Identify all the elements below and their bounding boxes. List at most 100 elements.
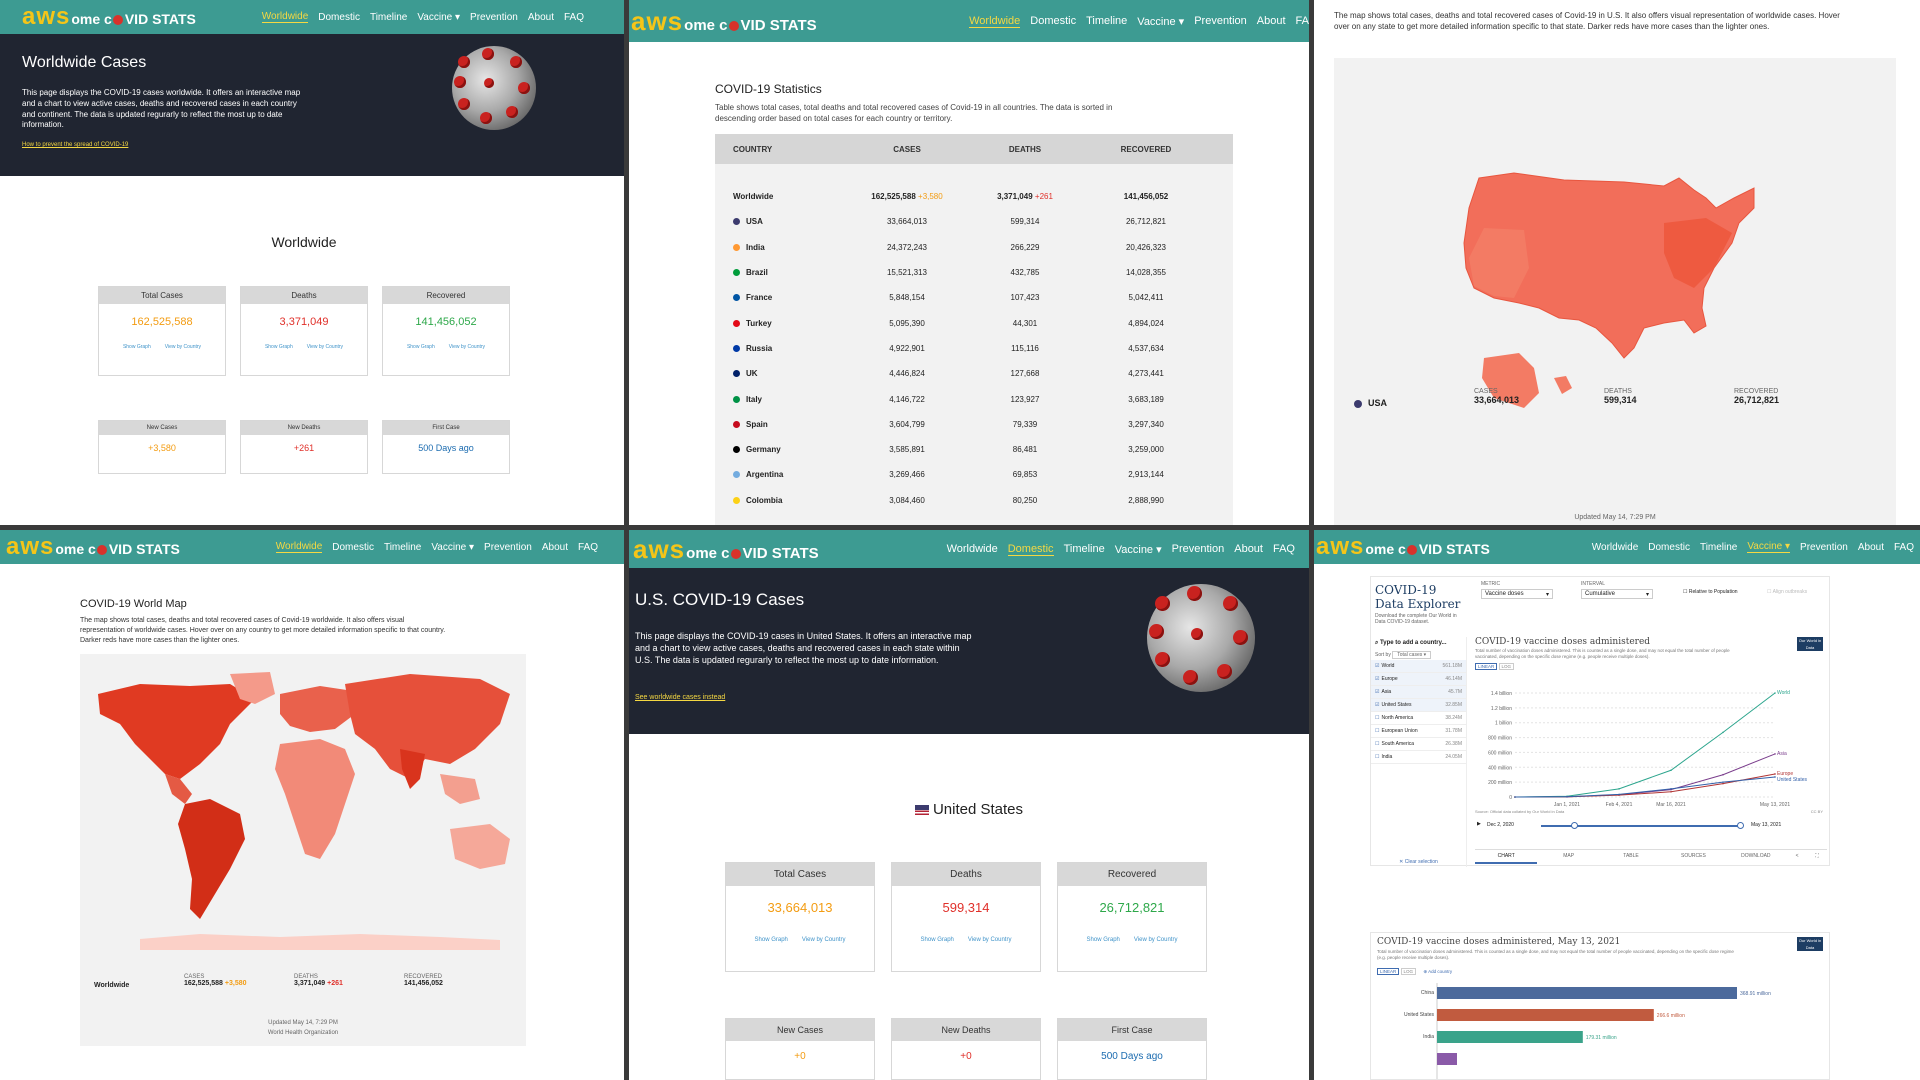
series-point[interactable] — [1514, 796, 1516, 798]
fullscreen-icon[interactable]: ⛶ — [1807, 850, 1827, 864]
series-point[interactable] — [1774, 692, 1776, 694]
series-point[interactable] — [1722, 731, 1724, 734]
header-cases[interactable]: CASES — [855, 145, 959, 154]
vaccine-bar-chart[interactable]: China 368.91 million United States 266.6 mi… — [1377, 983, 1817, 1079]
show-graph-link[interactable]: Show Graph — [755, 937, 788, 943]
nav-faq[interactable]: FAQ — [1273, 543, 1295, 555]
nav-prevention[interactable]: Prevention — [1172, 543, 1225, 555]
nav-vaccine[interactable]: Vaccine ▾ — [417, 12, 460, 23]
series-point[interactable] — [1670, 788, 1672, 790]
series-line-europe[interactable] — [1514, 773, 1776, 798]
log-scale-button[interactable]: LOG — [1498, 662, 1515, 670]
nav-timeline[interactable]: Timeline — [1700, 542, 1737, 553]
checkbox-checked-icon[interactable]: ☑ — [1375, 676, 1379, 682]
nav-worldwide[interactable]: Worldwide — [275, 541, 323, 553]
nav-vaccine[interactable]: Vaccine ▾ — [1747, 541, 1791, 553]
series-point[interactable] — [1722, 781, 1724, 783]
nav-worldwide[interactable]: Worldwide — [969, 15, 1021, 28]
world-map[interactable] — [80, 654, 526, 954]
table-row[interactable]: Argentina 3,269,466 69,853 2,913,144 — [715, 462, 1233, 487]
view-by-country-link[interactable]: View by Country — [1134, 937, 1178, 943]
nav-prevention[interactable]: Prevention — [484, 542, 532, 553]
series-point[interactable] — [1670, 769, 1672, 772]
slider-handle-start[interactable] — [1571, 822, 1578, 829]
nav-domestic[interactable]: Domestic — [1648, 542, 1690, 553]
table-row[interactable]: Italy 4,146,722 123,927 3,683,189 — [715, 386, 1233, 411]
align-checkbox[interactable]: ☐ Align outbreaks — [1767, 589, 1807, 595]
checkbox-checked-icon[interactable]: ☑ — [1375, 689, 1379, 695]
view-by-country-link[interactable]: View by Country — [307, 344, 343, 350]
nav-prevention[interactable]: Prevention — [470, 12, 518, 23]
country-list-item[interactable]: ☐ India 24.05M — [1371, 751, 1466, 764]
series-point[interactable] — [1618, 793, 1620, 796]
table-row[interactable]: UK 4,446,824 127,668 4,273,441 — [715, 361, 1233, 386]
nav-about[interactable]: About — [1234, 543, 1263, 555]
add-country-button[interactable]: ⊕ Add country — [1423, 969, 1452, 974]
nav-vaccine[interactable]: Vaccine ▾ — [1137, 15, 1184, 28]
interval-select[interactable]: Cumulative ▾ — [1581, 589, 1653, 599]
nav-domestic[interactable]: Domestic — [1030, 15, 1076, 27]
table-row[interactable]: Germany 3,585,891 86,481 3,259,000 — [715, 437, 1233, 462]
nav-faq[interactable]: FAQ — [564, 12, 584, 23]
us-map[interactable] — [1334, 58, 1896, 478]
checkbox-checked-icon[interactable]: ☑ — [1375, 663, 1379, 669]
nav-faq[interactable]: FAQ — [578, 542, 598, 553]
checkbox-checked-icon[interactable]: ☑ — [1375, 702, 1379, 708]
table-row[interactable]: Russia 4,922,901 115,116 4,537,634 — [715, 336, 1233, 361]
table-row[interactable]: USA 33,664,013 599,314 26,712,821 — [715, 209, 1233, 234]
checkbox-icon[interactable]: ☐ — [1375, 728, 1379, 734]
series-point[interactable] — [1670, 791, 1672, 793]
bar-united-states[interactable] — [1437, 1009, 1654, 1021]
country-search[interactable]: ⌕ Type to add a country... — [1371, 637, 1466, 650]
show-graph-link[interactable]: Show Graph — [407, 344, 435, 350]
metric-select[interactable]: Vaccine doses ▾ — [1481, 589, 1553, 599]
series-point[interactable] — [1722, 782, 1724, 785]
nav-faq[interactable]: FAQ — [1894, 542, 1914, 553]
vaccine-line-chart[interactable]: 1.4 billion 1.2 billion 1 billion 800 milli… — [1475, 687, 1825, 809]
country-list-item[interactable]: ☐ North America 38.24M — [1371, 712, 1466, 725]
tab-sources[interactable]: SOURCES — [1662, 850, 1724, 864]
series-point[interactable] — [1774, 776, 1776, 778]
country-list-item[interactable]: ☑ Asia 45.7M — [1371, 686, 1466, 699]
table-row[interactable]: Colombia 3,084,460 80,250 2,888,990 — [715, 488, 1233, 513]
nav-about[interactable]: About — [1257, 15, 1286, 27]
play-icon[interactable]: ▶ — [1477, 821, 1481, 827]
brand-logo[interactable]: aws ome c VID STATS — [1316, 533, 1490, 561]
view-by-country-link[interactable]: View by Country — [802, 937, 846, 943]
linear-scale-button[interactable]: LINEAR — [1475, 662, 1498, 670]
nav-prevention[interactable]: Prevention — [1194, 15, 1247, 27]
country-list-item[interactable]: ☐ South America 26.38M — [1371, 738, 1466, 751]
nav-timeline[interactable]: Timeline — [370, 12, 407, 23]
bar-india[interactable] — [1437, 1031, 1583, 1043]
series-line-asia[interactable] — [1514, 753, 1776, 798]
header-country[interactable]: COUNTRY — [715, 145, 855, 154]
series-point[interactable] — [1618, 788, 1620, 790]
prevention-link[interactable]: How to prevent the spread of COVID-19 — [22, 142, 128, 148]
header-recovered[interactable]: RECOVERED — [1091, 145, 1201, 154]
brand-logo[interactable]: aws ome c VID STATS — [6, 533, 180, 561]
nav-timeline[interactable]: Timeline — [1064, 543, 1105, 555]
log-scale-button[interactable]: LOG — [1400, 968, 1417, 975]
tab-map[interactable]: MAP — [1537, 850, 1599, 864]
slider-handle-end[interactable] — [1737, 822, 1744, 829]
explorer-subtitle[interactable]: Download the complete Our World in Data … — [1375, 613, 1465, 625]
linear-scale-button[interactable]: LINEAR — [1377, 968, 1400, 975]
nav-about[interactable]: About — [1858, 542, 1884, 553]
header-deaths[interactable]: DEATHS — [959, 145, 1091, 154]
relative-checkbox[interactable]: ☐ Relative to Population — [1683, 589, 1738, 595]
nav-about[interactable]: About — [528, 12, 554, 23]
nav-worldwide[interactable]: Worldwide — [947, 543, 998, 555]
nav-faq[interactable]: FA — [1296, 15, 1309, 27]
nav-vaccine[interactable]: Vaccine ▾ — [1115, 543, 1162, 556]
nav-domestic[interactable]: Domestic — [332, 542, 374, 553]
tab-download[interactable]: DOWNLOAD — [1725, 850, 1787, 864]
table-row[interactable]: India 24,372,243 266,229 20,426,323 — [715, 235, 1233, 260]
view-by-country-link[interactable]: View by Country — [449, 344, 485, 350]
nav-worldwide[interactable]: Worldwide — [1592, 542, 1639, 553]
nav-about[interactable]: About — [542, 542, 568, 553]
country-list-item[interactable]: ☐ European Union 31.78M — [1371, 725, 1466, 738]
show-graph-link[interactable]: Show Graph — [1087, 937, 1120, 943]
table-row[interactable]: France 5,848,154 107,423 5,042,411 — [715, 285, 1233, 310]
nav-domestic[interactable]: Domestic — [318, 12, 360, 23]
series-point[interactable] — [1566, 795, 1568, 798]
